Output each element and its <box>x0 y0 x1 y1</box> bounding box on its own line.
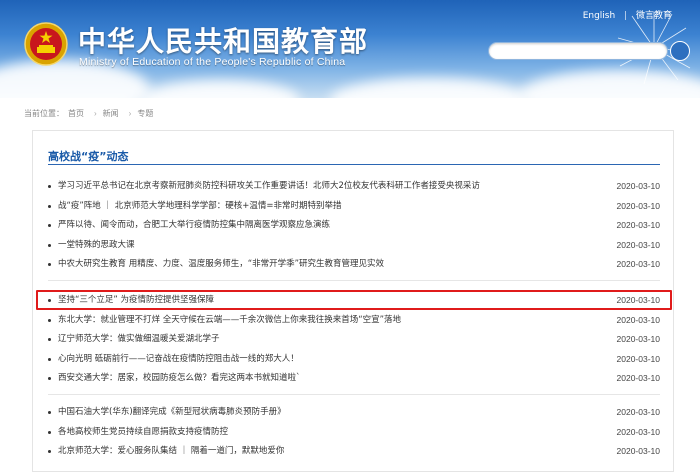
news-item[interactable]: 北京师范大学：爱心服务队集结 ｜ 隔着一道门，默默地爱你 2020-03-10 <box>48 443 660 459</box>
search-input[interactable] <box>488 42 668 60</box>
news-title-link[interactable]: 学习习近平总书记在北京考察新冠肺炎防控科研攻关工作重要讲话！北师大2位校友代表科… <box>58 178 480 194</box>
news-item[interactable]: 东北大学：就业管理不打烊 全天守候在云端——千余次微信上你来我往换来首场“空宣”… <box>48 312 660 328</box>
highlight-box <box>36 290 672 310</box>
news-date: 2020-03-10 <box>616 407 660 417</box>
bullet-icon <box>48 185 51 188</box>
news-date: 2020-03-10 <box>616 220 660 230</box>
bullet-icon <box>48 204 51 208</box>
national-emblem-icon <box>24 22 68 66</box>
news-item[interactable]: 严阵以待、闻令而动，合肥工大举行疫情防控集中隔离医学观察应急演练 2020-03-… <box>48 217 660 233</box>
site-title: 中华人民共和国教育部 <box>78 25 369 58</box>
news-date: 2020-03-10 <box>616 259 660 269</box>
news-date: 2020-03-10 <box>616 200 660 211</box>
news-date: 2020-03-10 <box>616 334 660 344</box>
news-title-link[interactable]: 东北大学：就业管理不打烊 全天守候在云端——千余次微信上你来我往换来首场“空宣”… <box>58 312 401 328</box>
weiyan-link[interactable]: 微言教育 <box>636 11 672 21</box>
news-item[interactable]: 心向光明 砥砺前行——记奋战在疫情防控阻击战一线的郑大人！ 2020-03-10 <box>48 351 660 367</box>
bullet-icon <box>48 263 51 266</box>
site-subtitle: Ministry of Education of the People's Re… <box>79 56 346 68</box>
news-item[interactable]: 战“疫”阵地 ｜ 北京师范大学地理科学学部：硬核+温情=非常时期特别举措 2020… <box>48 198 660 214</box>
group-divider <box>48 393 660 395</box>
bullet-icon <box>48 243 51 247</box>
breadcrumb-home[interactable]: 首页 <box>68 109 84 118</box>
news-date: 2020-03-10 <box>616 373 660 383</box>
breadcrumb-news[interactable]: 新闻 <box>103 109 119 118</box>
news-title-link[interactable]: 西安交通大学：居家，校园防疫怎么做？看完这两本书就知道啦` <box>58 370 300 386</box>
breadcrumb-topic[interactable]: 专题 <box>137 109 153 118</box>
news-date: 2020-03-10 <box>616 181 660 191</box>
news-date: 2020-03-10 <box>616 353 660 364</box>
news-title-link[interactable]: 中国石油大学(华东)翻译完成《新型冠状病毒肺炎预防手册》 <box>58 404 286 420</box>
news-item[interactable]: 各地高校师生党员持续自愿捐款支持疫情防控 2020-03-10 <box>48 424 660 440</box>
news-title-link[interactable]: 各地高校师生党员持续自愿捐款支持疫情防控 <box>58 424 228 440</box>
bullet-icon <box>48 450 51 453</box>
breadcrumb-label: 当前位置： <box>24 109 64 118</box>
bullet-icon <box>48 377 51 380</box>
search-button[interactable] <box>670 41 690 61</box>
bullet-icon <box>48 430 51 434</box>
news-title-link[interactable]: 战“疫”阵地 ｜ 北京师范大学地理科学学部：硬核+温情=非常时期特别举措 <box>58 198 341 214</box>
news-item[interactable]: 中农大研究生教育 用精度、力度、温度服务师生，“非常开学季”研究生教育管理见实效… <box>48 256 660 272</box>
news-date: 2020-03-10 <box>616 239 660 250</box>
news-item[interactable]: 学习习近平总书记在北京考察新冠肺炎防控科研攻关工作重要讲话！北师大2位校友代表科… <box>48 178 660 194</box>
bullet-icon <box>48 411 51 414</box>
news-title-link[interactable]: 辽宁师范大学：做实做细温暖关爱湖北学子 <box>58 331 220 347</box>
news-item[interactable]: 辽宁师范大学：做实做细温暖关爱湖北学子 2020-03-10 <box>48 331 660 347</box>
bullet-icon <box>48 224 51 227</box>
breadcrumb: 当前位置： 首页 › 新闻 › 专题 <box>24 109 154 118</box>
link-separator: | <box>624 11 628 21</box>
section-title: 高校战“疫”动态 <box>48 150 129 163</box>
bullet-icon <box>48 357 51 361</box>
news-date: 2020-03-10 <box>616 446 660 456</box>
news-title-link[interactable]: 心向光明 砥砺前行——记奋战在疫情防控阻击战一线的郑大人！ <box>58 351 299 367</box>
news-date: 2020-03-10 <box>616 426 660 437</box>
english-link[interactable]: English <box>583 11 616 21</box>
news-item[interactable]: 一堂特殊的思政大课 2020-03-10 <box>48 237 660 253</box>
news-title-link[interactable]: 一堂特殊的思政大课 <box>58 237 135 253</box>
section-underline <box>48 164 660 165</box>
news-item[interactable]: 中国石油大学(华东)翻译完成《新型冠状病毒肺炎预防手册》 2020-03-10 <box>48 404 660 420</box>
news-title-link[interactable]: 中农大研究生教育 用精度、力度、温度服务师生，“非常开学季”研究生教育管理见实效 <box>58 256 384 272</box>
bullet-icon <box>48 338 51 341</box>
news-title-link[interactable]: 北京师范大学：爱心服务队集结 ｜ 隔着一道门，默默地爱你 <box>58 443 284 459</box>
site-header: 中华人民共和国教育部 Ministry of Education of the … <box>0 0 700 98</box>
top-links: English | 微言教育 <box>583 8 672 21</box>
group-divider <box>48 279 660 281</box>
news-date: 2020-03-10 <box>616 314 660 325</box>
news-item[interactable]: 西安交通大学：居家，校园防疫怎么做？看完这两本书就知道啦` 2020-03-10 <box>48 370 660 386</box>
bullet-icon <box>48 318 51 322</box>
news-title-link[interactable]: 严阵以待、闻令而动，合肥工大举行疫情防控集中隔离医学观察应急演练 <box>58 217 330 233</box>
